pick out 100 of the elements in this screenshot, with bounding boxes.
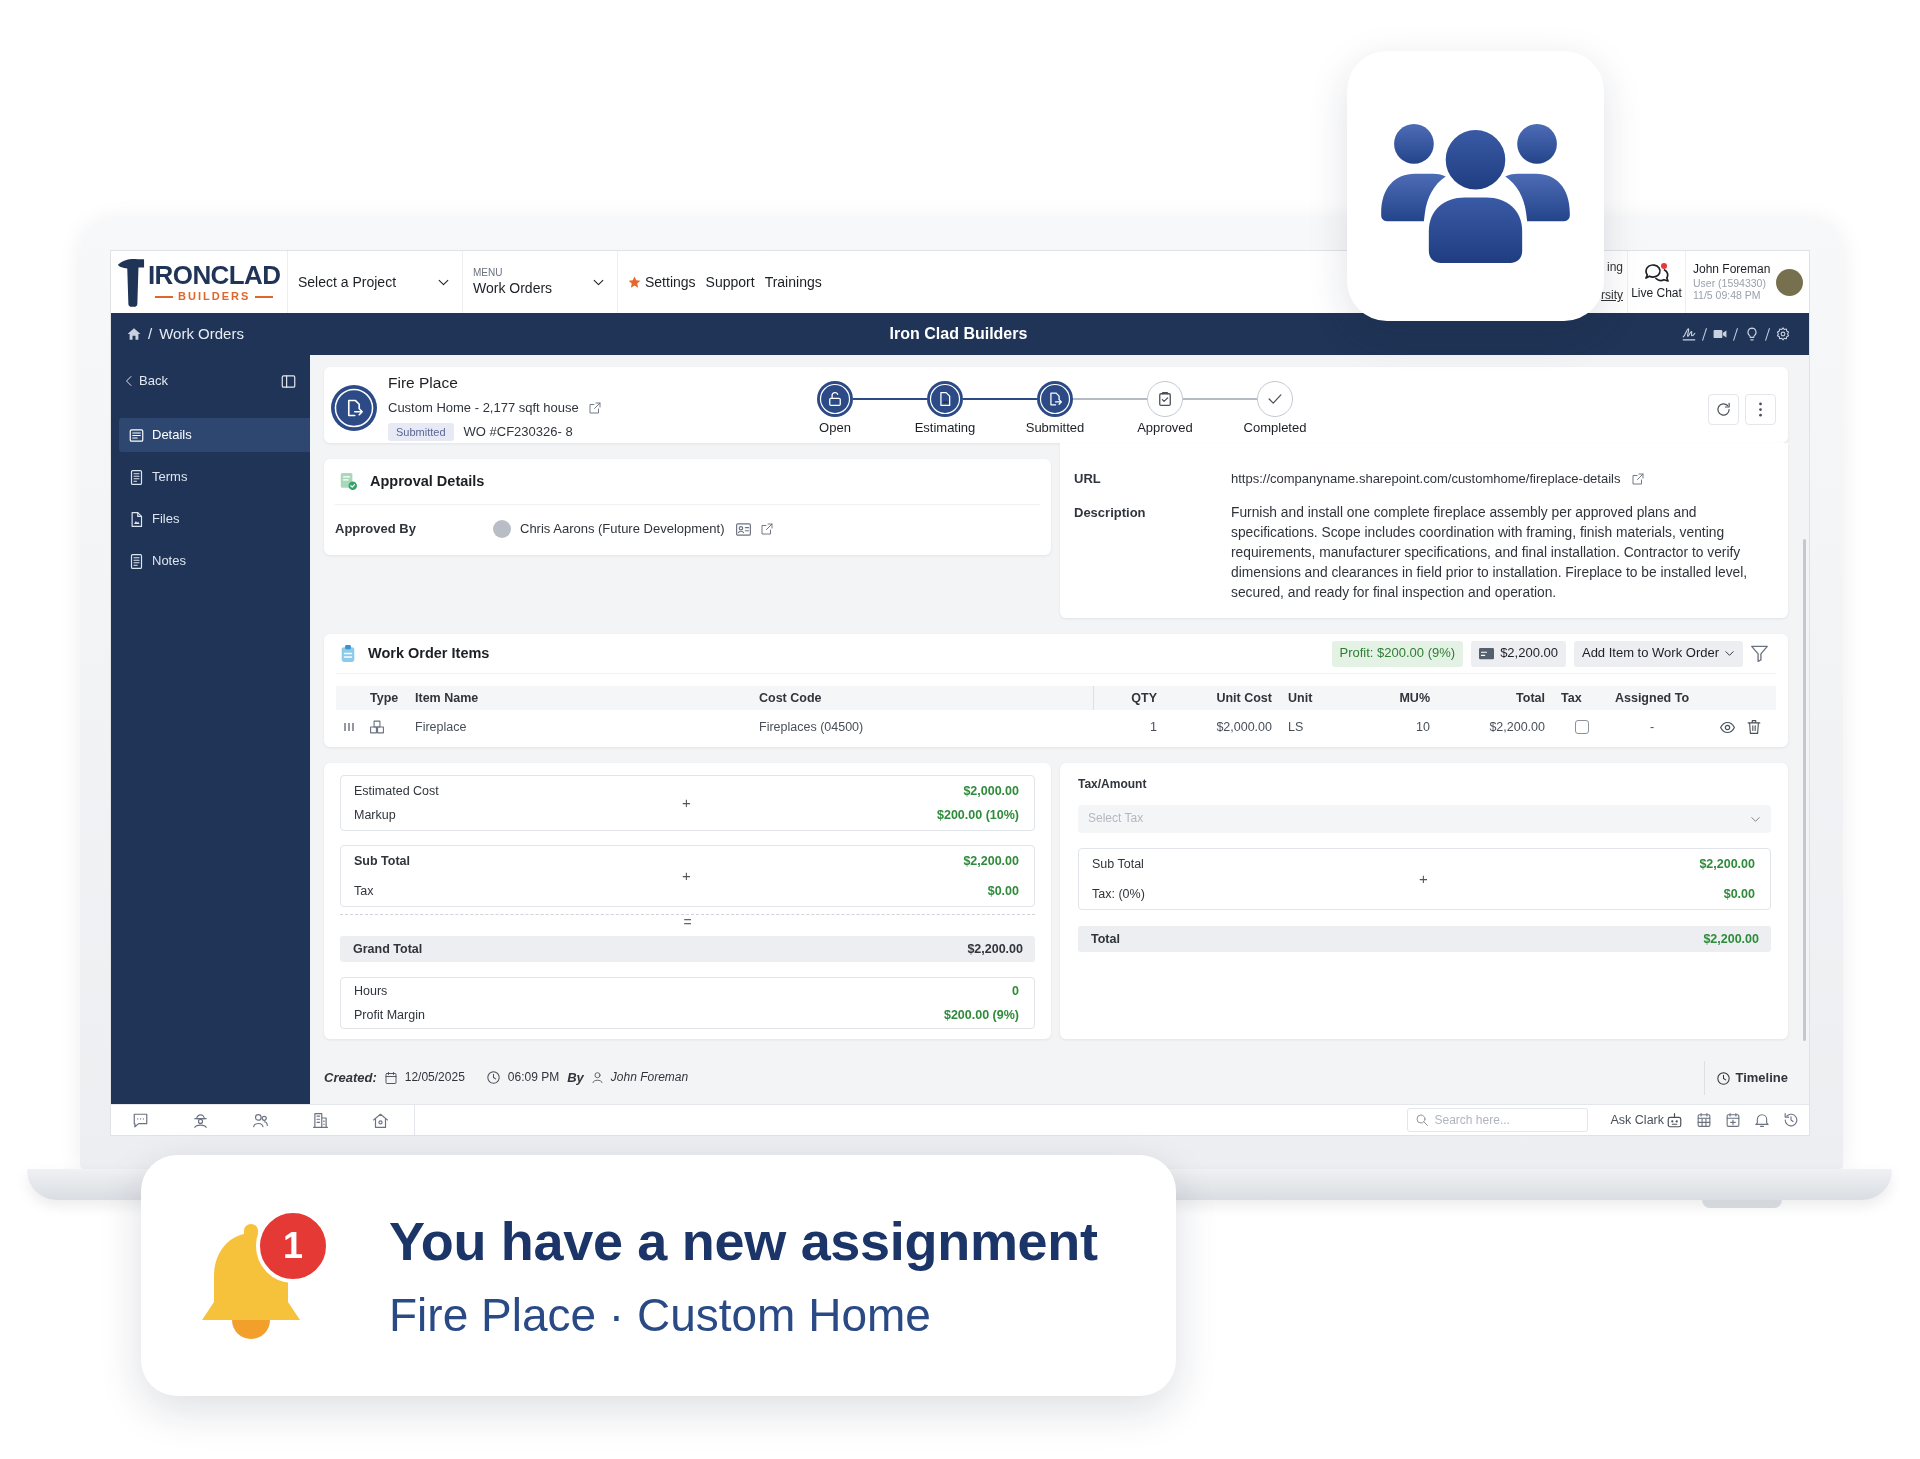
- card-icon: [1479, 646, 1495, 661]
- document-arrow-icon: [331, 385, 377, 431]
- column-header: Total: [1438, 686, 1553, 711]
- ask-clark-button[interactable]: Ask Clark: [1610, 1111, 1682, 1129]
- refresh-button[interactable]: [1708, 394, 1739, 425]
- summary-value: $200.00 (10%): [937, 806, 1019, 824]
- plus-sign: +: [682, 793, 691, 813]
- project-name: Custom Home - 2,177 sqft house: [388, 399, 579, 417]
- back-button[interactable]: Back: [123, 372, 168, 390]
- approver-name[interactable]: Chris Aarons (Future Development): [520, 520, 725, 538]
- table-cell-text: LS: [1287, 718, 1305, 736]
- summary-value: $2,200.00: [963, 852, 1019, 870]
- logo-wordmark: IRONCLAD: [148, 262, 281, 288]
- people-group-icon: [1381, 121, 1570, 263]
- nav-link[interactable]: Support: [705, 272, 755, 292]
- boxes-icon: [370, 720, 384, 735]
- clipboard-icon: [341, 645, 355, 662]
- chevron-left-icon: [123, 375, 135, 387]
- step-label: Submitted: [1025, 419, 1085, 437]
- total-label: Total: [1091, 930, 1120, 948]
- summary-value: $0.00: [1723, 885, 1755, 903]
- notes-icon: [129, 553, 144, 569]
- summary-label: Estimated Cost: [354, 782, 440, 800]
- chat-icon[interactable]: [133, 1112, 148, 1128]
- trash-icon[interactable]: [1747, 720, 1761, 735]
- timeline-button[interactable]: Timeline: [1704, 1061, 1809, 1095]
- lightbulb-icon[interactable]: [1744, 327, 1759, 341]
- step-label: Open: [819, 419, 851, 437]
- nav-link[interactable]: Trainings: [764, 272, 822, 292]
- notification-subtitle: Fire Place · Custom Home: [389, 1287, 932, 1343]
- login-time: 11/5 09:48 PM: [1693, 289, 1762, 302]
- status-badge: Submitted: [388, 423, 454, 441]
- total-value: $2,200.00: [967, 940, 1023, 958]
- author-name: John Foreman: [610, 1070, 689, 1086]
- created-time: 06:09 PM: [507, 1070, 560, 1086]
- url-link[interactable]: https://companyname.sharepoint.com/customhome/fireplace-details: [1231, 469, 1621, 489]
- list-icon: [129, 427, 144, 443]
- house-icon[interactable]: [373, 1112, 388, 1128]
- plus-sign: +: [1419, 869, 1428, 889]
- link-text[interactable]: ing: [1607, 260, 1623, 276]
- chevron-down-icon: [1724, 648, 1735, 659]
- summary-value: $2,200.00: [1699, 855, 1755, 873]
- summary-value: $2,000.00: [963, 782, 1019, 800]
- column-header: Assigned To: [1600, 686, 1704, 711]
- table-cell-text: Fireplace: [414, 718, 468, 736]
- summary-value: 0: [1012, 982, 1019, 1000]
- notification-title: You have a new assignment: [389, 1209, 1098, 1273]
- breadcrumb-current: Work Orders: [159, 324, 244, 344]
- clock-icon: [486, 1071, 500, 1085]
- sidebar-item[interactable]: Files: [119, 502, 310, 536]
- page-title: Iron Clad Builders: [889, 323, 1028, 344]
- user-role: User (1594330): [1693, 276, 1767, 290]
- summary-label: Markup: [354, 806, 397, 824]
- people-icon[interactable]: [253, 1112, 268, 1128]
- summary-value: $200.00 (9%): [943, 1006, 1019, 1024]
- sidebar-item[interactable]: Terms: [119, 460, 310, 494]
- user-avatar[interactable]: [1776, 268, 1803, 296]
- link-text[interactable]: rsity: [1601, 288, 1623, 304]
- calendar-plus-icon[interactable]: [1726, 1113, 1740, 1127]
- drag-handle-icon[interactable]: [344, 723, 354, 732]
- tax-checkbox[interactable]: [1575, 720, 1589, 735]
- filter-icon[interactable]: [1751, 645, 1768, 662]
- external-link-icon[interactable]: [1632, 473, 1645, 485]
- table-cell-text: 10: [1415, 718, 1431, 736]
- description-text: Furnish and install one complete fireplace assembly per approved plans and specifications. Scope includes coordination with framing, finish materials, venting requirements, manufacturer specifications, and final installation. Contractor to verify dimensions and clearances in field prior to installation. Fireplace to be installed level, secured, and ready for final inspection and operation.: [1231, 504, 1749, 602]
- approver-avatar: [493, 520, 511, 538]
- scrollbar-thumb[interactable]: [1803, 539, 1806, 1041]
- summary-label: Hours: [354, 982, 389, 1000]
- external-link-icon[interactable]: [588, 402, 601, 414]
- bell-icon[interactable]: [1755, 1113, 1769, 1127]
- settings-icon[interactable]: [1776, 327, 1790, 341]
- robot-icon: [1667, 1112, 1682, 1128]
- signature-icon[interactable]: [1682, 327, 1697, 341]
- video-camera-icon[interactable]: [1713, 327, 1728, 341]
- building-icon[interactable]: [313, 1112, 328, 1128]
- home-icon[interactable]: [127, 327, 141, 341]
- calendar-grid-icon[interactable]: [1697, 1113, 1711, 1127]
- add-item-button[interactable]: Add Item to Work Order: [1573, 640, 1743, 667]
- history-icon[interactable]: [1784, 1113, 1798, 1127]
- sidebar-item[interactable]: Notes: [119, 544, 310, 578]
- column-header: Type: [362, 686, 407, 711]
- table-cell-text: 1: [1149, 718, 1158, 736]
- eye-icon[interactable]: [1720, 719, 1735, 735]
- section-title: Approval Details: [370, 472, 485, 491]
- panel-toggle-icon[interactable]: [281, 373, 296, 389]
- sidebar-item[interactable]: Details: [119, 418, 310, 452]
- nav-link[interactable]: Settings: [628, 272, 696, 292]
- step-label: Approved: [1137, 419, 1193, 437]
- column-header: MU%: [1330, 686, 1438, 711]
- hammer-logo-icon: [117, 257, 145, 307]
- contact-card-icon[interactable]: [736, 521, 752, 537]
- created-date: 12/05/2025: [404, 1070, 465, 1086]
- search-field[interactable]: Search here...: [1406, 1108, 1588, 1132]
- summary-label: Tax: [354, 882, 375, 900]
- search-icon: [1415, 1114, 1428, 1126]
- external-link-icon[interactable]: [761, 523, 774, 535]
- hardhat-person-icon[interactable]: [193, 1112, 208, 1128]
- column-header: Cost Code: [751, 686, 1093, 711]
- refresh-icon: [1716, 402, 1731, 417]
- work-order-number: WO #CF230326- 8: [463, 423, 573, 441]
